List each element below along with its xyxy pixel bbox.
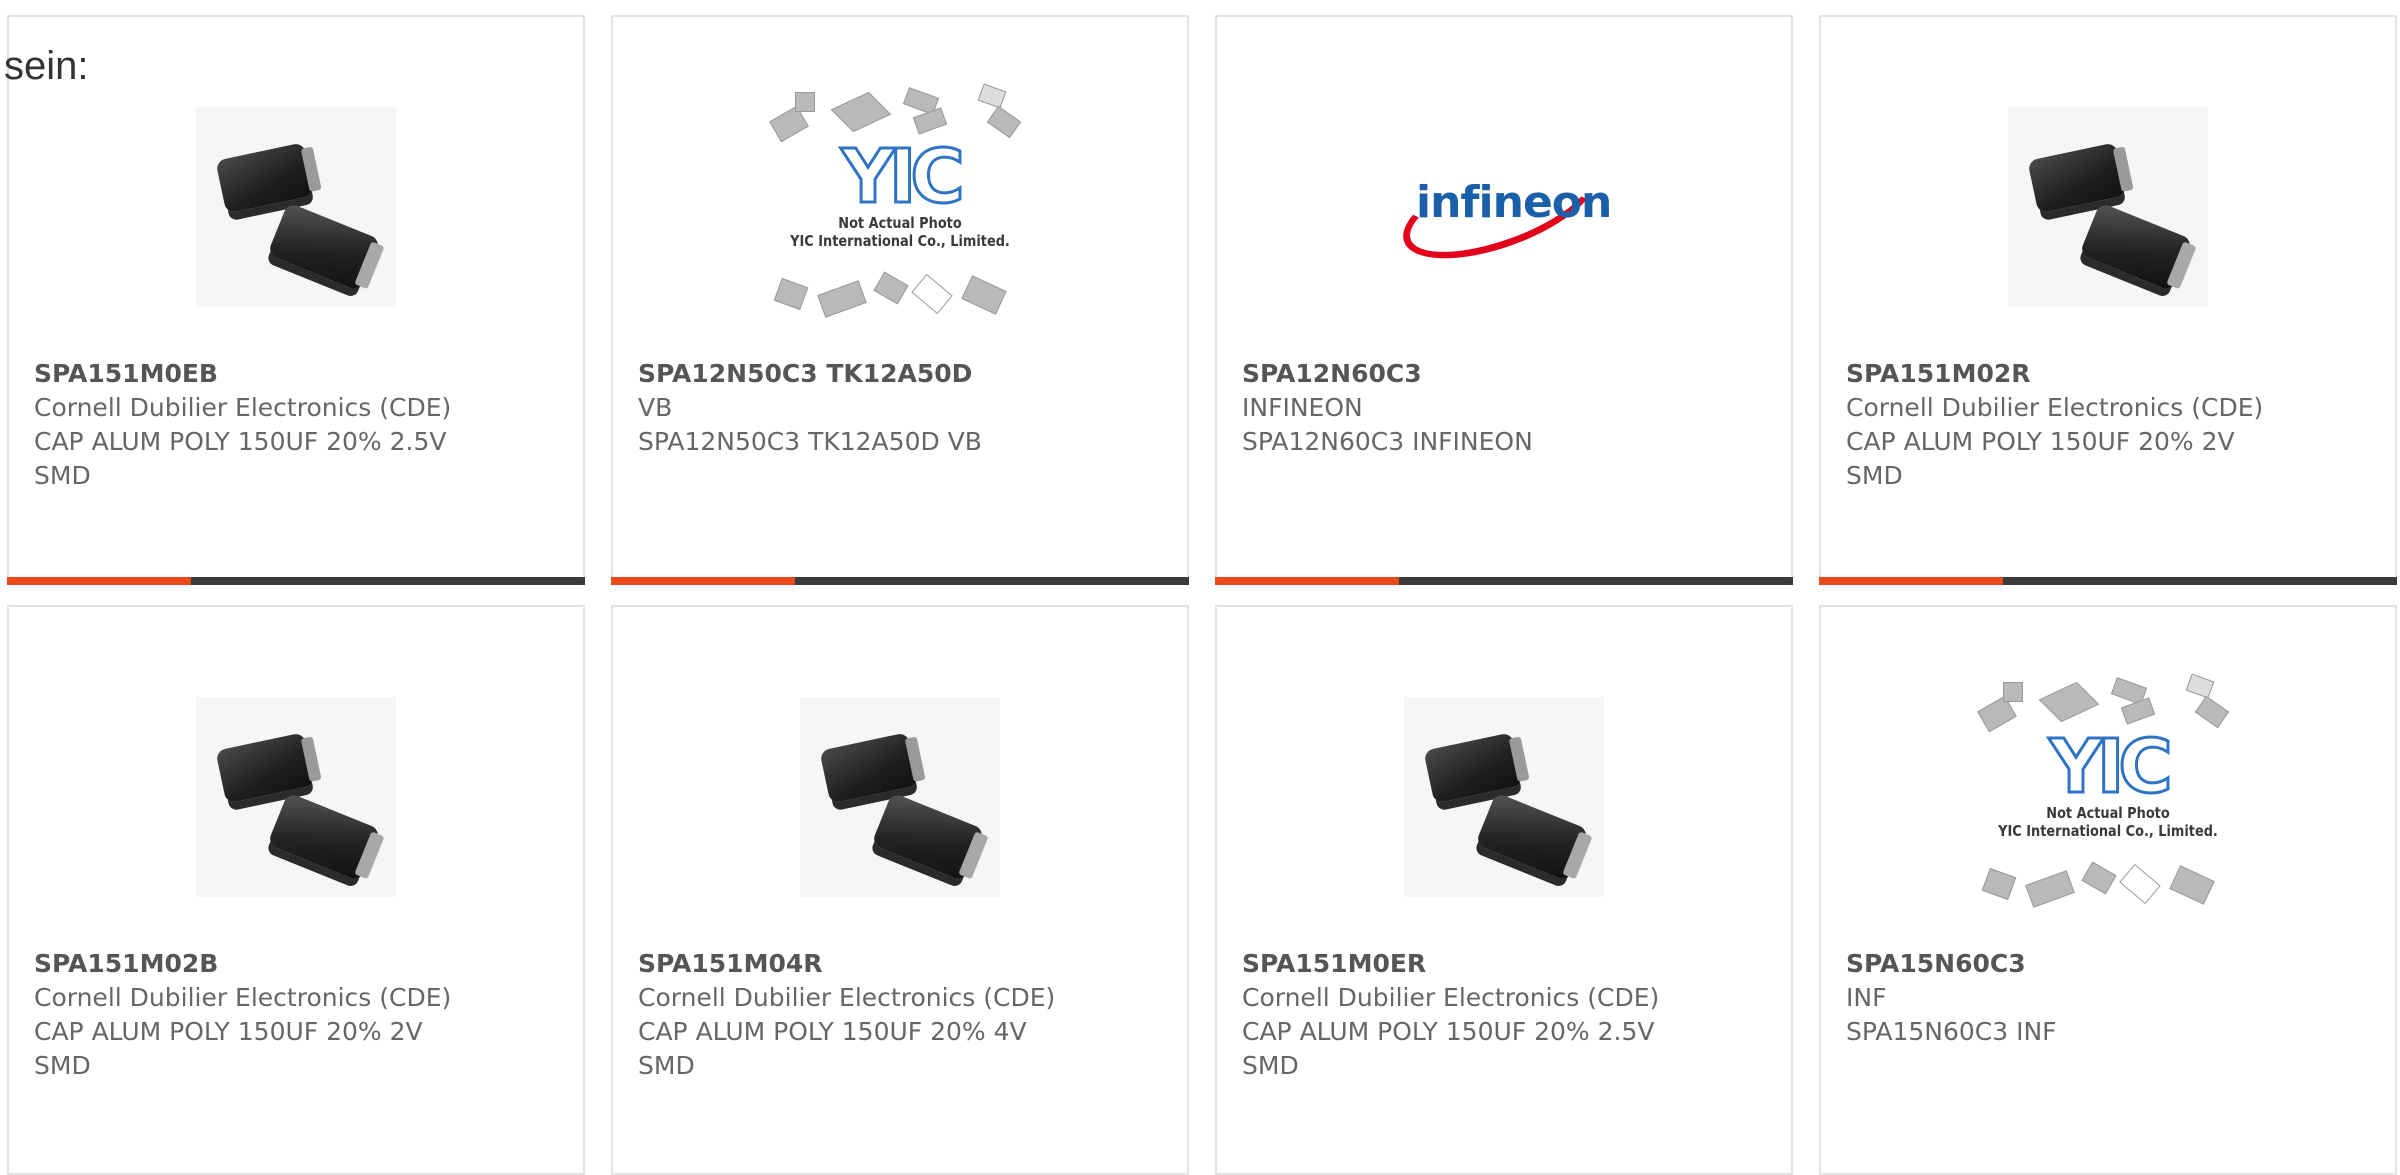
product-card[interactable]: SPA151M0ER Cornell Dubilier Electronics … xyxy=(1215,605,1793,1175)
not-actual-photo-icon: YIC Not Actual Photo YIC International C… xyxy=(765,82,1035,332)
yic-caption-line: YIC International Co., Limited. xyxy=(1998,822,2218,840)
manufacturer: Cornell Dubilier Electronics (CDE) xyxy=(1242,983,1660,1012)
description: SPA12N60C3 INFINEON xyxy=(1242,427,1533,456)
part-number-link[interactable]: SPA151M02R xyxy=(1846,357,2375,391)
infineon-logo-icon: infineon xyxy=(1390,134,1614,280)
part-number-link[interactable]: SPA151M0EB xyxy=(34,357,563,391)
card-bottom-bar xyxy=(1819,577,2397,585)
product-image[interactable] xyxy=(9,57,583,357)
description: CAP ALUM POLY 150UF 20% 2V SMD xyxy=(1846,427,2235,490)
capacitor-photo-icon xyxy=(2008,107,2208,307)
product-card[interactable]: YIC Not Actual Photo YIC International C… xyxy=(611,15,1189,585)
product-card[interactable]: SPA151M02B Cornell Dubilier Electronics … xyxy=(7,605,585,1175)
part-number-link[interactable]: SPA12N60C3 xyxy=(1242,357,1771,391)
product-image[interactable]: YIC Not Actual Photo YIC International C… xyxy=(613,57,1187,357)
manufacturer: Cornell Dubilier Electronics (CDE) xyxy=(1846,393,2264,422)
capacitor-photo-icon xyxy=(196,107,396,307)
card-accent xyxy=(1215,577,1399,585)
product-image[interactable]: infineon xyxy=(1217,57,1791,357)
card-accent xyxy=(7,577,191,585)
description: SPA12N50C3 TK12A50D VB xyxy=(638,427,982,456)
part-number-link[interactable]: SPA15N60C3 xyxy=(1846,947,2375,981)
yic-caption-line: Not Actual Photo xyxy=(838,214,962,232)
card-accent xyxy=(611,577,795,585)
manufacturer: VB xyxy=(638,393,673,422)
infineon-logo-text: infineon xyxy=(1416,177,1612,228)
product-grid: SPA151M0EB Cornell Dubilier Electronics … xyxy=(7,15,2400,1175)
manufacturer: INF xyxy=(1846,983,1887,1012)
product-card[interactable]: SPA151M0EB Cornell Dubilier Electronics … xyxy=(7,15,585,585)
manufacturer: Cornell Dubilier Electronics (CDE) xyxy=(34,983,452,1012)
product-image[interactable] xyxy=(1217,647,1791,947)
card-accent xyxy=(1819,577,2003,585)
capacitor-photo-icon xyxy=(800,697,1000,897)
manufacturer: INFINEON xyxy=(1242,393,1363,422)
capacitor-photo-icon xyxy=(196,697,396,897)
yic-caption: Not Actual Photo YIC International Co., … xyxy=(784,214,1016,250)
capacitor-photo-icon xyxy=(1404,697,1604,897)
manufacturer: Cornell Dubilier Electronics (CDE) xyxy=(34,393,452,422)
product-image[interactable] xyxy=(9,647,583,947)
not-actual-photo-icon: YIC Not Actual Photo YIC International C… xyxy=(1973,672,2243,922)
yic-caption-line: YIC International Co., Limited. xyxy=(790,232,1010,250)
product-image[interactable] xyxy=(1821,57,2395,357)
card-bottom-bar xyxy=(7,577,585,585)
yic-caption-line: Not Actual Photo xyxy=(2046,804,2170,822)
yic-logo: YIC xyxy=(840,134,966,220)
card-bottom-bar xyxy=(1215,577,1793,585)
description: CAP ALUM POLY 150UF 20% 4V SMD xyxy=(638,1017,1027,1080)
description: CAP ALUM POLY 150UF 20% 2.5V SMD xyxy=(34,427,447,490)
description: CAP ALUM POLY 150UF 20% 2.5V SMD xyxy=(1242,1017,1655,1080)
yic-caption: Not Actual Photo YIC International Co., … xyxy=(1992,804,2224,840)
product-card[interactable]: YIC Not Actual Photo YIC International C… xyxy=(1819,605,2397,1175)
yic-logo: YIC xyxy=(2048,724,2174,810)
product-card[interactable]: infineon SPA12N60C3 INFINEON SPA12N60C3 … xyxy=(1215,15,1793,585)
part-number-link[interactable]: SPA12N50C3 TK12A50D xyxy=(638,357,1167,391)
part-number-link[interactable]: SPA151M04R xyxy=(638,947,1167,981)
manufacturer: Cornell Dubilier Electronics (CDE) xyxy=(638,983,1056,1012)
part-number-link[interactable]: SPA151M02B xyxy=(34,947,563,981)
product-card[interactable]: SPA151M02R Cornell Dubilier Electronics … xyxy=(1819,15,2397,585)
intro-text: sein: xyxy=(4,44,89,88)
description: CAP ALUM POLY 150UF 20% 2V SMD xyxy=(34,1017,423,1080)
product-image[interactable] xyxy=(613,647,1187,947)
part-number-link[interactable]: SPA151M0ER xyxy=(1242,947,1771,981)
card-bottom-bar xyxy=(611,577,1189,585)
description: SPA15N60C3 INF xyxy=(1846,1017,2057,1046)
product-image[interactable]: YIC Not Actual Photo YIC International C… xyxy=(1821,647,2395,947)
product-card[interactable]: SPA151M04R Cornell Dubilier Electronics … xyxy=(611,605,1189,1175)
